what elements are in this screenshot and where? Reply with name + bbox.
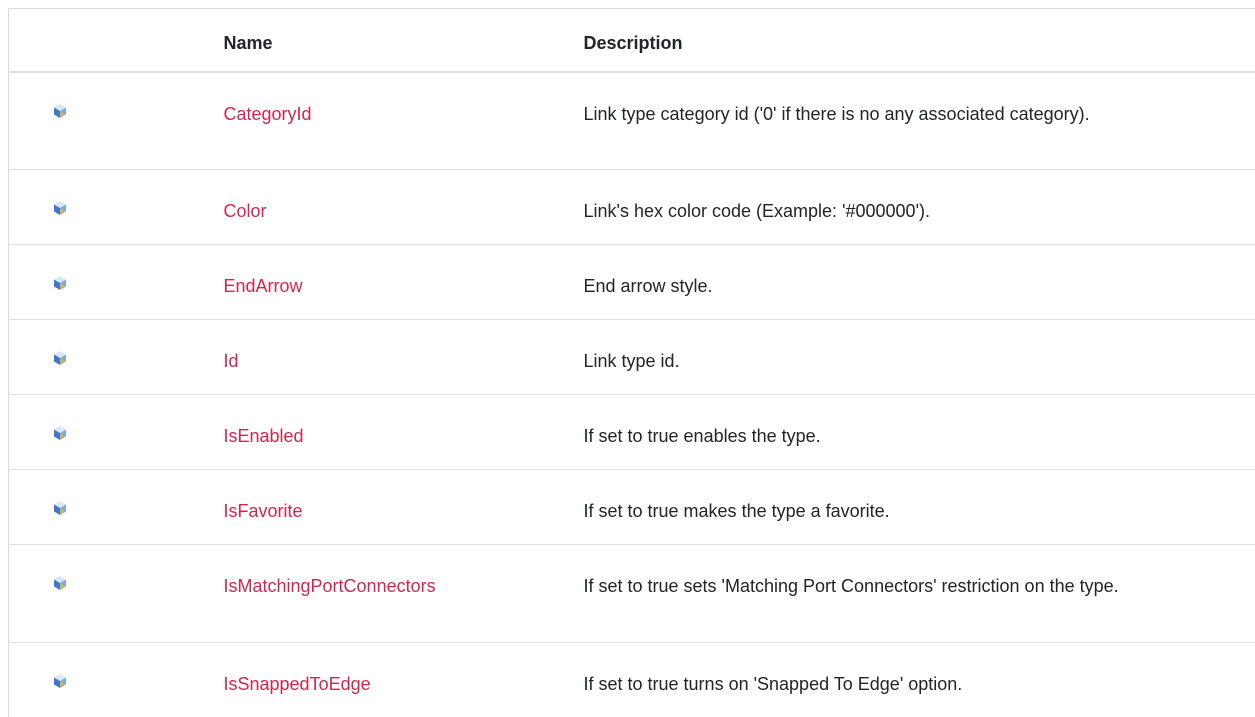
table-row: Color Link's hex color code (Example: '#0… xyxy=(8,169,1255,245)
row-name-cell: Color xyxy=(223,169,584,245)
row-icon-cell xyxy=(8,244,224,320)
properties-table-body: CategoryId Link type category id ('0' if … xyxy=(8,71,1255,717)
property-description: Link type category id ('0' if there is n… xyxy=(583,71,1255,170)
property-description: If set to true sets 'Matching Port Conne… xyxy=(583,544,1255,643)
row-name-cell: IsEnabled xyxy=(223,394,584,470)
table-row: IsFavorite If set to true makes the type … xyxy=(8,469,1255,545)
property-name-link[interactable]: IsMatchingPortConnectors xyxy=(224,576,436,596)
members-table-container: Name Description CategoryId Link type cat… xyxy=(0,0,1255,717)
property-name-link[interactable]: IsFavorite xyxy=(224,501,303,521)
description-column-header: Description xyxy=(583,8,1255,72)
property-description: Link's hex color code (Example: '#000000… xyxy=(583,169,1255,245)
table-row: IsMatchingPortConnectors If set to true s… xyxy=(8,544,1255,643)
property-icon xyxy=(52,575,68,591)
property-description: If set to true enables the type. xyxy=(583,394,1255,470)
row-name-cell: IsSnappedToEdge xyxy=(223,642,584,717)
property-description: Link type id. xyxy=(583,319,1255,395)
row-name-cell: Id xyxy=(223,319,584,395)
property-icon xyxy=(52,500,68,516)
property-name-link[interactable]: Id xyxy=(224,351,239,371)
row-name-cell: IsMatchingPortConnectors xyxy=(223,544,584,643)
table-header-row: Name Description xyxy=(8,8,1255,72)
property-icon xyxy=(52,425,68,441)
table-row: IsSnappedToEdge If set to true turns on '… xyxy=(8,642,1255,717)
row-name-cell: EndArrow xyxy=(223,244,584,320)
property-name-link[interactable]: Color xyxy=(224,201,267,221)
row-icon-cell xyxy=(8,642,224,717)
property-icon xyxy=(52,103,68,119)
table-row: IsEnabled If set to true enables the type… xyxy=(8,394,1255,470)
property-description: If set to true turns on 'Snapped To Edge… xyxy=(583,642,1255,717)
name-column-header: Name xyxy=(223,8,584,72)
property-icon xyxy=(52,200,68,216)
table-row: Id Link type id. xyxy=(8,319,1255,395)
row-icon-cell xyxy=(8,544,224,643)
property-description: End arrow style. xyxy=(583,244,1255,320)
property-name-link[interactable]: IsEnabled xyxy=(224,426,304,446)
row-name-cell: CategoryId xyxy=(223,71,584,170)
property-name-link[interactable]: CategoryId xyxy=(224,104,312,124)
icon-column-header xyxy=(8,8,224,72)
property-name-link[interactable]: IsSnappedToEdge xyxy=(224,674,371,694)
row-icon-cell xyxy=(8,469,224,545)
properties-table: Name Description CategoryId Link type cat… xyxy=(8,8,1255,717)
row-icon-cell xyxy=(8,71,224,170)
property-name-link[interactable]: EndArrow xyxy=(224,276,303,296)
row-icon-cell xyxy=(8,169,224,245)
row-icon-cell xyxy=(8,319,224,395)
row-name-cell: IsFavorite xyxy=(223,469,584,545)
property-icon xyxy=(52,350,68,366)
property-description: If set to true makes the type a favorite… xyxy=(583,469,1255,545)
property-icon xyxy=(52,275,68,291)
property-icon xyxy=(52,673,68,689)
table-row: CategoryId Link type category id ('0' if … xyxy=(8,71,1255,170)
table-row: EndArrow End arrow style. xyxy=(8,244,1255,320)
row-icon-cell xyxy=(8,394,224,470)
